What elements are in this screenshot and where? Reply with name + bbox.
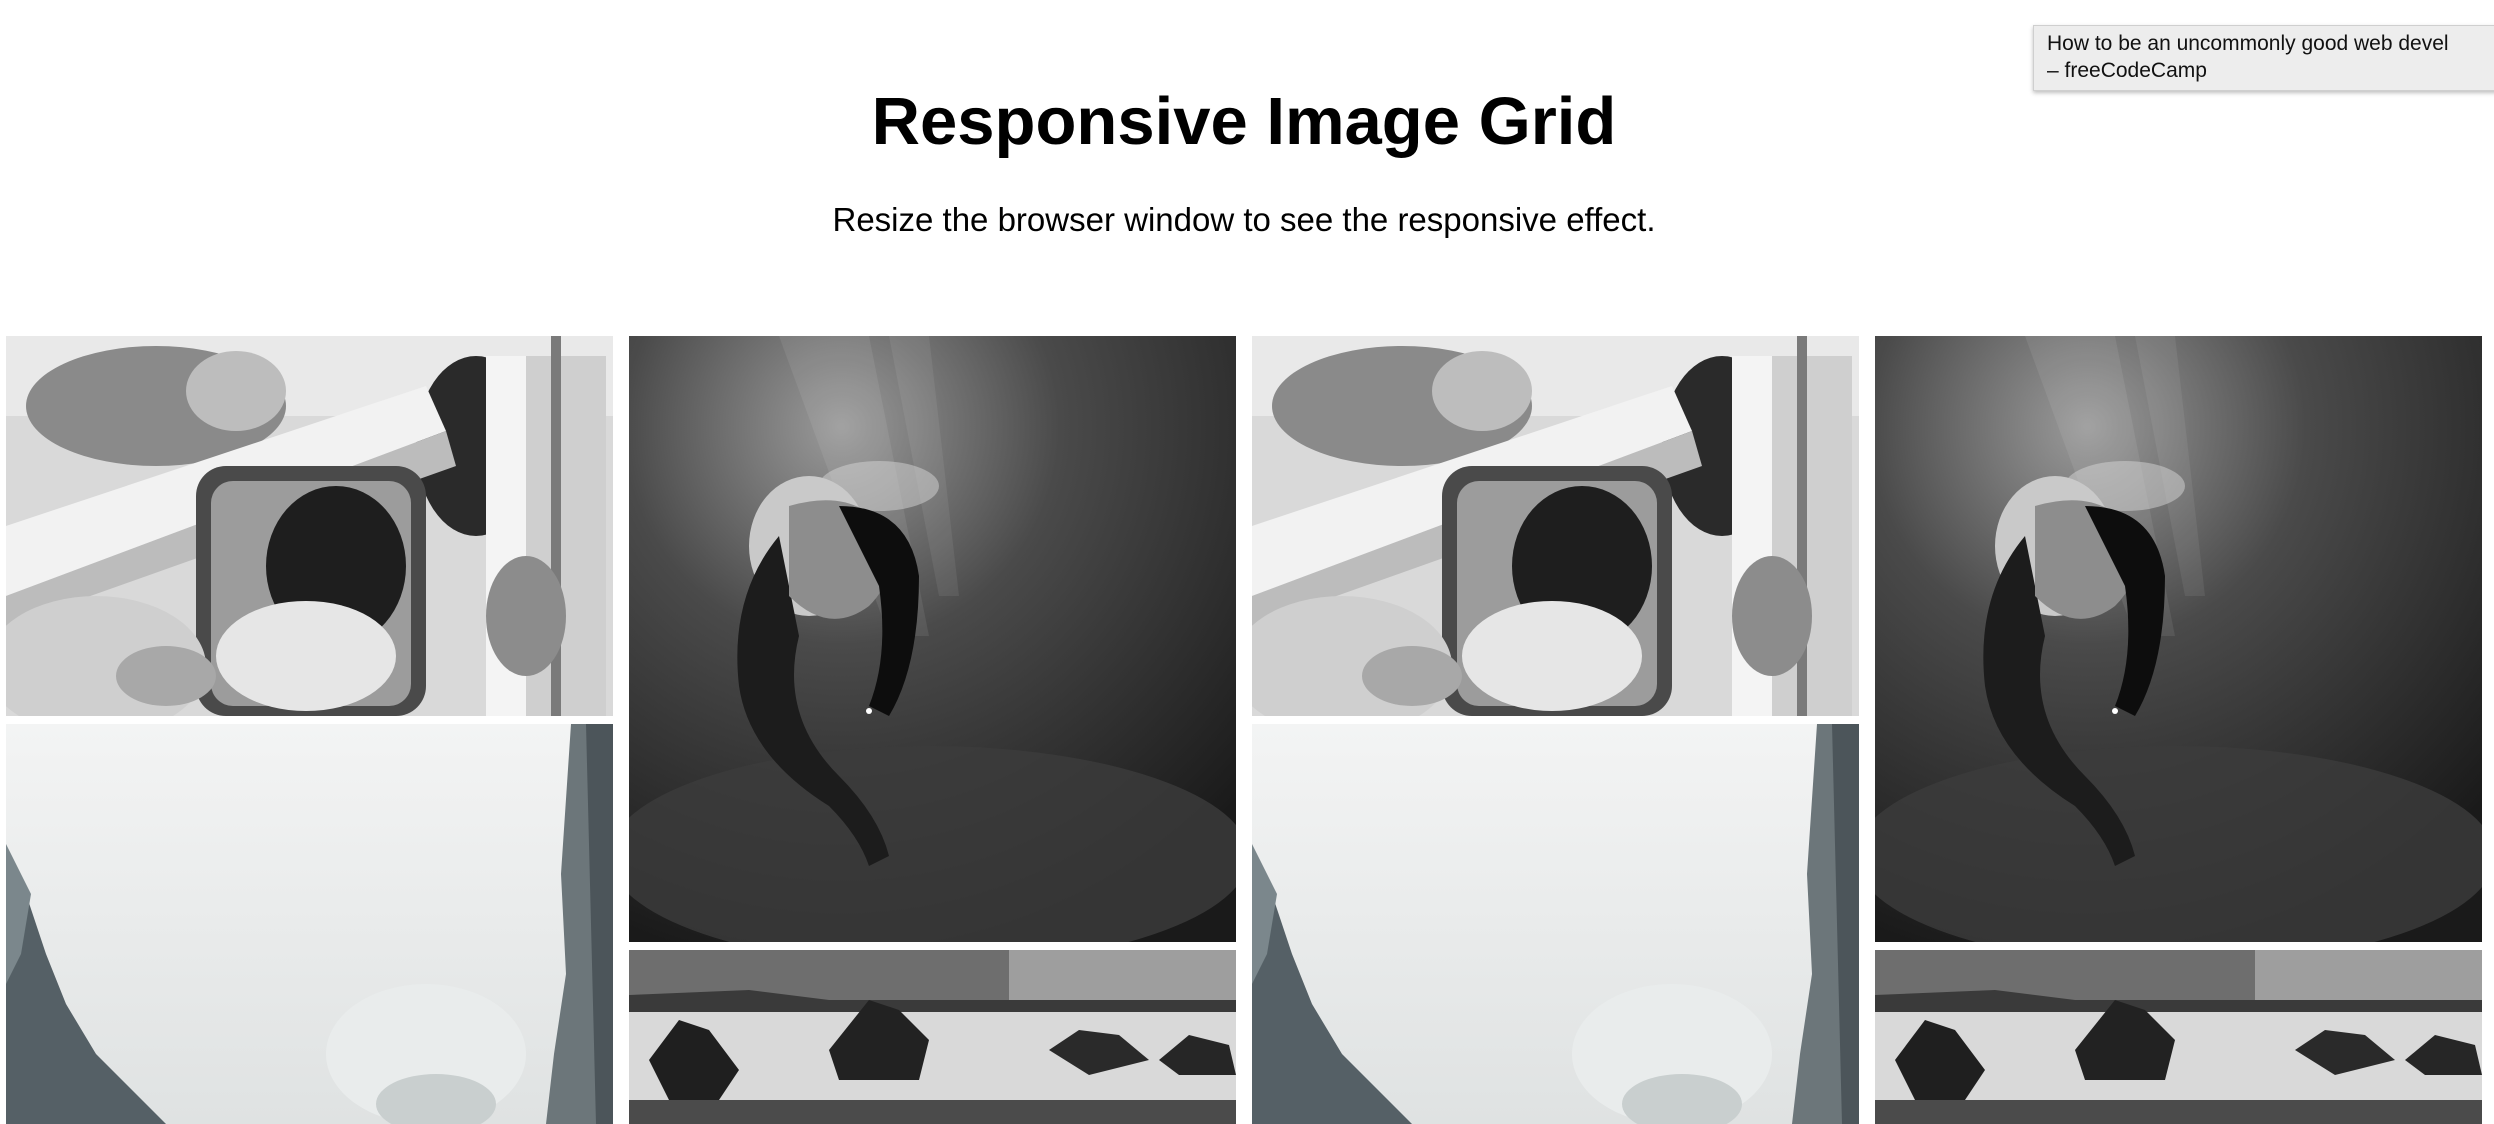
- image-grid: [6, 336, 2494, 1124]
- foggy-cliff-photo: [1252, 724, 1859, 1124]
- foggy-cliff-photo: [6, 724, 613, 1124]
- tooltip-line-1: How to be an uncommonly good web devel: [2047, 32, 2449, 55]
- wedding-car-photo: [1252, 336, 1859, 716]
- grid-column-3: [1252, 336, 1859, 1124]
- page-title: Responsive Image Grid: [871, 84, 1617, 159]
- page-subtitle: Resize the browser window to see the res…: [832, 201, 1656, 238]
- rocky-coast-photo: [1875, 950, 2482, 1124]
- page: How to be an uncommonly good web devel –…: [0, 0, 2494, 1124]
- grid-column-4: [1875, 336, 2482, 1124]
- grid-column-2: [629, 336, 1236, 1124]
- underwater-woman-photo: [1875, 336, 2482, 942]
- wedding-car-photo: [6, 336, 613, 716]
- underwater-woman-photo: [629, 336, 1236, 942]
- grid-column-1: [6, 336, 613, 1124]
- rocky-coast-photo: [629, 950, 1236, 1124]
